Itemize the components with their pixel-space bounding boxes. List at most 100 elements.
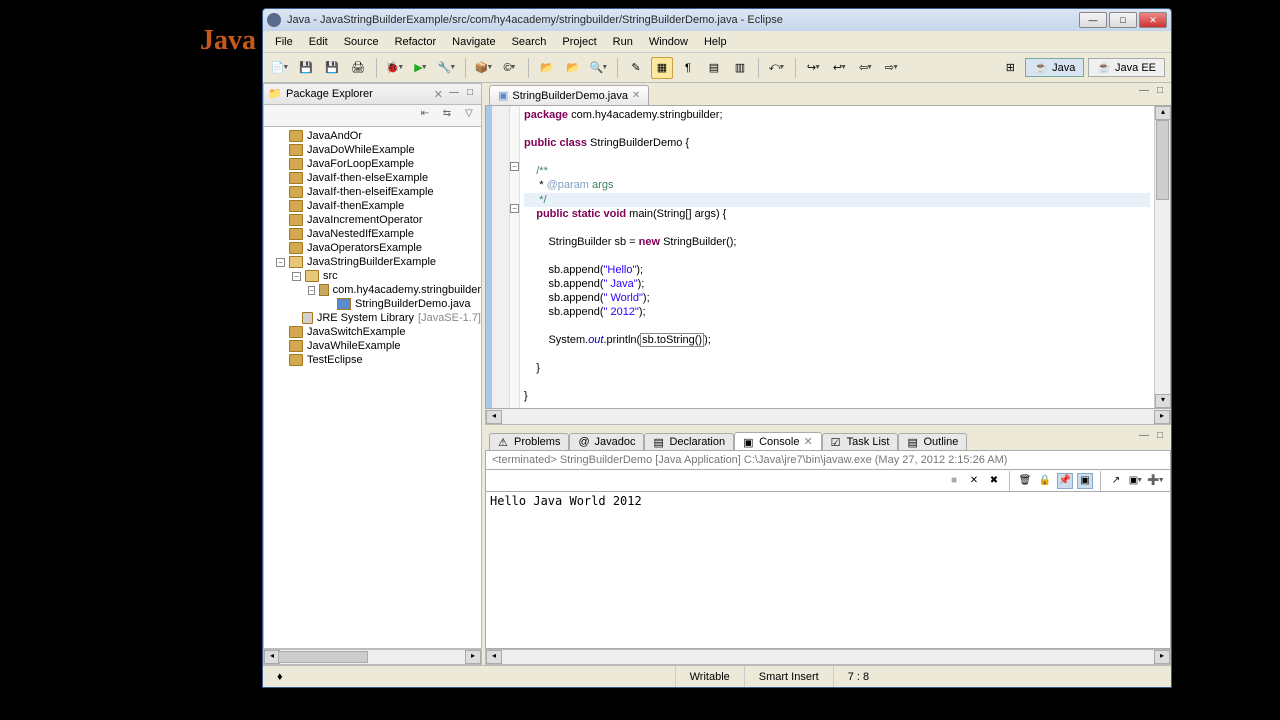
expand-toggle-icon[interactable]: − (308, 286, 315, 295)
tree-item[interactable]: JavaIf-thenExample (264, 199, 481, 213)
print-icon[interactable]: 🖨 (347, 57, 369, 79)
link-editor-icon[interactable]: ⇆ (439, 108, 455, 124)
forward-icon[interactable]: ⇨▼ (881, 57, 903, 79)
tree-item[interactable]: JavaForLoopExample (264, 157, 481, 171)
tree-item[interactable]: JavaDoWhileExample (264, 143, 481, 157)
open-console-icon[interactable]: ↗ (1108, 473, 1124, 489)
tree-item[interactable]: TestEclipse (264, 353, 481, 367)
new-icon[interactable]: 📄▼ (269, 57, 291, 79)
close-button[interactable]: ✕ (1139, 12, 1167, 28)
menu-window[interactable]: Window (641, 33, 696, 51)
open-perspective-icon[interactable]: ⊞ (999, 57, 1021, 79)
last-edit-icon[interactable]: ⤺▼ (766, 57, 788, 79)
package-explorer-tree[interactable]: JavaAndOrJavaDoWhileExampleJavaForLoopEx… (263, 127, 482, 649)
scroll-right-icon[interactable]: ▸ (465, 650, 481, 664)
menu-file[interactable]: File (267, 33, 301, 51)
tab-problems[interactable]: ⚠Problems (489, 433, 569, 450)
scroll-left-icon[interactable]: ◂ (486, 650, 502, 664)
titlebar[interactable]: Java - JavaStringBuilderExample/src/com/… (263, 9, 1171, 31)
tree-item[interactable]: JavaIncrementOperator (264, 213, 481, 227)
minimize-editor-icon[interactable]: — (1137, 85, 1151, 99)
open-task-icon[interactable]: 📂 (562, 57, 584, 79)
external-tools-icon[interactable]: 🔧▼ (436, 57, 458, 79)
menu-navigate[interactable]: Navigate (444, 33, 503, 51)
annotation2-icon[interactable]: ▥ (729, 57, 751, 79)
next-annotation-icon[interactable]: ↪▼ (803, 57, 825, 79)
tree-item[interactable]: −com.hy4academy.stringbuilder (264, 283, 481, 297)
menu-search[interactable]: Search (504, 33, 555, 51)
perspective-javaee[interactable]: ☕Java EE (1088, 58, 1165, 77)
code-content[interactable]: package com.hy4academy.stringbuilder; pu… (520, 106, 1154, 408)
scroll-up-icon[interactable]: ▴ (1155, 106, 1171, 120)
editor-vertical-scrollbar[interactable]: ▴ ▾ (1154, 106, 1170, 408)
tab-outline[interactable]: ▤Outline (898, 433, 967, 450)
tree-item[interactable]: JavaOperatorsExample (264, 241, 481, 255)
tab-javadoc[interactable]: @Javadoc (569, 433, 644, 450)
maximize-button[interactable]: □ (1109, 12, 1137, 28)
tree-item[interactable]: JRE System Library [JavaSE-1.7] (264, 311, 481, 325)
back-icon[interactable]: ⇦▼ (855, 57, 877, 79)
prev-annotation-icon[interactable]: ↩▼ (829, 57, 851, 79)
show-whitespace-icon[interactable]: ¶ (677, 57, 699, 79)
search-icon[interactable]: 🔍▼ (588, 57, 610, 79)
tree-horizontal-scrollbar[interactable]: ◂ ▸ (263, 649, 482, 665)
minimize-view-icon[interactable]: — (447, 87, 461, 101)
tab-tasklist[interactable]: ☑Task List (822, 433, 899, 450)
scroll-lock-icon[interactable]: 🔒 (1037, 473, 1053, 489)
tab-console[interactable]: ▣Console ✕ (734, 432, 822, 450)
maximize-editor-icon[interactable]: □ (1153, 85, 1167, 99)
display-selected-icon[interactable]: ▣▼ (1128, 473, 1144, 489)
debug-icon[interactable]: 🐞▼ (384, 57, 406, 79)
menu-project[interactable]: Project (554, 33, 604, 51)
view-menu-icon[interactable]: ▽ (461, 108, 477, 124)
tree-item[interactable]: −JavaStringBuilderExample (264, 255, 481, 269)
tree-item[interactable]: JavaAndOr (264, 129, 481, 143)
folding-bar[interactable]: − − (510, 106, 520, 408)
fold-toggle-icon[interactable]: − (510, 204, 519, 213)
maximize-view-icon[interactable]: □ (463, 87, 477, 101)
expand-toggle-icon[interactable]: − (276, 258, 285, 267)
toggle-block-icon[interactable]: ▦ (651, 57, 673, 79)
save-all-icon[interactable]: 💾 (321, 57, 343, 79)
new-class-icon[interactable]: ©▼ (499, 57, 521, 79)
open-type-icon[interactable]: 📂 (536, 57, 558, 79)
menu-edit[interactable]: Edit (301, 33, 336, 51)
maximize-view-icon[interactable]: □ (1153, 430, 1167, 444)
terminate-icon[interactable]: ■ (946, 473, 962, 489)
menu-run[interactable]: Run (605, 33, 641, 51)
close-tab-icon[interactable]: ✕ (803, 435, 812, 448)
scrollbar-thumb[interactable] (278, 651, 368, 663)
show-console-icon[interactable]: ▣ (1077, 473, 1093, 489)
editor-tab-stringbuilderdemo[interactable]: ▣ StringBuilderDemo.java ✕ (489, 85, 649, 105)
remove-all-icon[interactable]: ✖ (986, 473, 1002, 489)
tree-item[interactable]: −src (264, 269, 481, 283)
tree-item[interactable]: JavaWhileExample (264, 339, 481, 353)
tab-declaration[interactable]: ▤Declaration (644, 433, 734, 450)
annotation-icon[interactable]: ▤ (703, 57, 725, 79)
pin-console-icon[interactable]: 📌 (1057, 473, 1073, 489)
minimize-button[interactable]: — (1079, 12, 1107, 28)
collapse-all-icon[interactable]: ⇤ (417, 108, 433, 124)
scroll-left-icon[interactable]: ◂ (486, 410, 502, 424)
fold-toggle-icon[interactable]: − (510, 162, 519, 171)
clear-console-icon[interactable]: 🗑 (1017, 473, 1033, 489)
run-icon[interactable]: ▶▼ (410, 57, 432, 79)
expand-toggle-icon[interactable]: − (292, 272, 301, 281)
tree-item[interactable]: StringBuilderDemo.java (264, 297, 481, 311)
menu-help[interactable]: Help (696, 33, 735, 51)
tree-item[interactable]: JavaIf-then-elseifExample (264, 185, 481, 199)
minimize-view-icon[interactable]: — (1137, 430, 1151, 444)
new-package-icon[interactable]: 📦▼ (473, 57, 495, 79)
editor-horizontal-scrollbar[interactable]: ◂ ▸ (485, 409, 1171, 425)
console-output[interactable]: Hello Java World 2012 (485, 491, 1171, 649)
menu-source[interactable]: Source (336, 33, 387, 51)
menu-refactor[interactable]: Refactor (387, 33, 445, 51)
console-horizontal-scrollbar[interactable]: ◂ ▸ (485, 649, 1171, 665)
scroll-down-icon[interactable]: ▾ (1155, 394, 1171, 408)
perspective-java[interactable]: ☕Java (1025, 58, 1084, 77)
new-console-icon[interactable]: ➕▼ (1148, 473, 1164, 489)
code-editor[interactable]: − − package com.hy4academy.stringbuilder… (485, 105, 1171, 409)
remove-launch-icon[interactable]: ✕ (966, 473, 982, 489)
close-tab-icon[interactable]: ✕ (632, 90, 640, 101)
tree-item[interactable]: JavaSwitchExample (264, 325, 481, 339)
